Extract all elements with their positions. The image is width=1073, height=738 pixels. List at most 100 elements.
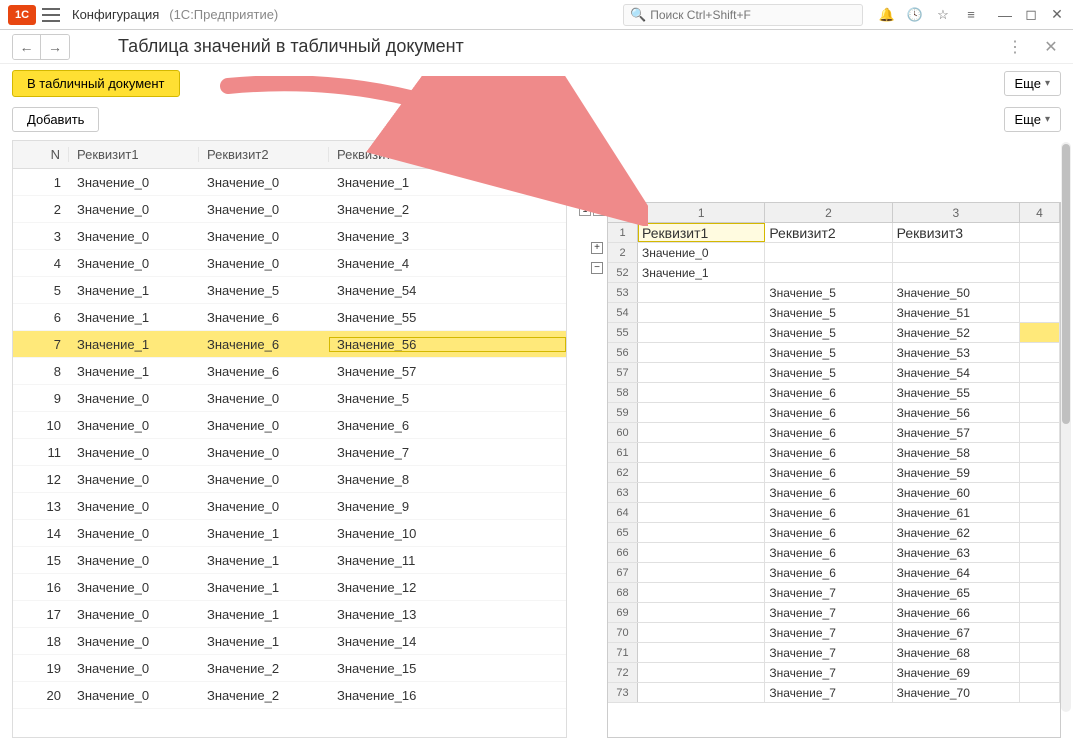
col-r2[interactable]: Реквизит2 xyxy=(199,147,329,162)
sheet-cell[interactable]: Значение_5 xyxy=(765,363,892,382)
sheet-row[interactable]: 56Значение_5Значение_53 xyxy=(608,343,1060,363)
sheet-cell[interactable] xyxy=(1020,523,1060,542)
more-button-1[interactable]: Еще xyxy=(1004,71,1061,96)
minimize-icon[interactable]: — xyxy=(997,7,1013,23)
sheet-rowh[interactable]: 69 xyxy=(608,603,638,622)
sheet-cell[interactable]: Значение_52 xyxy=(893,323,1020,342)
table-row[interactable]: 19Значение_0Значение_2Значение_15 xyxy=(13,655,566,682)
table-row[interactable]: 14Значение_0Значение_1Значение_10 xyxy=(13,520,566,547)
sheet-cell[interactable]: Значение_7 xyxy=(765,683,892,702)
sheet-row[interactable]: 60Значение_6Значение_57 xyxy=(608,423,1060,443)
close-tab-icon[interactable]: ✕ xyxy=(1041,37,1061,57)
sheet-cell[interactable]: Значение_6 xyxy=(765,463,892,482)
sheet-rowh[interactable]: 55 xyxy=(608,323,638,342)
sheet-cell[interactable]: Значение_5 xyxy=(765,323,892,342)
sheet-cell[interactable] xyxy=(638,543,765,562)
sheet-cell[interactable] xyxy=(1020,663,1060,682)
sheet-cell[interactable]: Значение_5 xyxy=(765,303,892,322)
sheet-row[interactable]: 68Значение_7Значение_65 xyxy=(608,583,1060,603)
sheet-cell[interactable]: Значение_57 xyxy=(893,423,1020,442)
sheet-cell[interactable] xyxy=(1020,563,1060,582)
sheet-row[interactable]: 71Значение_7Значение_68 xyxy=(608,643,1060,663)
sheet-cell[interactable] xyxy=(1020,303,1060,322)
sheet-cell[interactable]: Значение_54 xyxy=(893,363,1020,382)
sheet-row[interactable]: 62Значение_6Значение_59 xyxy=(608,463,1060,483)
col-r1[interactable]: Реквизит1 xyxy=(69,147,199,162)
sheet-cell[interactable]: Значение_7 xyxy=(765,623,892,642)
sheet-rowh[interactable]: 2 xyxy=(608,243,638,262)
sheet-row[interactable]: 72 Значение_7Значение_69 xyxy=(608,663,1060,683)
spreadsheet[interactable]: 1 2 3 4 1 Реквизит1 Реквизит2 Реквизит3 … xyxy=(607,202,1061,738)
sheet-cell[interactable]: Значение_65 xyxy=(893,583,1020,602)
sheet-row[interactable]: 64Значение_6Значение_61 xyxy=(608,503,1060,523)
table-row[interactable]: 20Значение_0Значение_2Значение_16 xyxy=(13,682,566,709)
sheet-row[interactable]: 53Значение_5Значение_50 xyxy=(608,283,1060,303)
sheet-row[interactable]: 2Значение_0 xyxy=(608,243,1060,263)
sheet-cell[interactable] xyxy=(893,243,1020,262)
star-icon[interactable]: ☆ xyxy=(935,7,951,23)
sheet-rowh[interactable]: 71 xyxy=(608,643,638,662)
table-row[interactable]: 18Значение_0Значение_1Значение_14 xyxy=(13,628,566,655)
sheet-cell[interactable]: Значение_58 xyxy=(893,443,1020,462)
sheet-cell[interactable] xyxy=(1020,343,1060,362)
sheet-cell[interactable]: Значение_6 xyxy=(765,483,892,502)
sheet-cell[interactable]: Значение_7 xyxy=(765,663,892,682)
scrollbar-thumb[interactable] xyxy=(1062,144,1070,424)
sheet-corner[interactable] xyxy=(608,203,638,222)
sheet-colh-4[interactable]: 4 xyxy=(1020,203,1060,222)
table-row[interactable]: 1Значение_0Значение_0Значение_1 xyxy=(13,169,566,196)
sheet-cell[interactable]: Значение_56 xyxy=(893,403,1020,422)
sheet-cell[interactable]: Реквизит3 xyxy=(893,223,1020,242)
sheet-row[interactable]: 55 Значение_5Значение_52 xyxy=(608,323,1060,343)
table-row[interactable]: 16Значение_0Значение_1Значение_12 xyxy=(13,574,566,601)
sheet-cell[interactable] xyxy=(638,303,765,322)
sheet-cell[interactable] xyxy=(893,263,1020,282)
sheet-cell[interactable] xyxy=(1020,243,1060,262)
sheet-cell[interactable] xyxy=(1020,223,1060,242)
table-row[interactable]: 17Значение_0Значение_1Значение_13 xyxy=(13,601,566,628)
sheet-row[interactable]: 61Значение_6Значение_58 xyxy=(608,443,1060,463)
sheet-cell[interactable]: Значение_64 xyxy=(893,563,1020,582)
sheet-cell[interactable] xyxy=(638,683,765,702)
to-document-button[interactable]: В табличный документ xyxy=(12,70,180,97)
sheet-cell[interactable]: Значение_1 xyxy=(638,263,765,282)
sheet-cell[interactable] xyxy=(1020,683,1060,702)
sheet-cell[interactable]: Значение_62 xyxy=(893,523,1020,542)
sheet-cell[interactable]: Значение_6 xyxy=(765,543,892,562)
sheet-cell[interactable] xyxy=(1020,623,1060,642)
table-row[interactable]: 8Значение_1Значение_6Значение_57 xyxy=(13,358,566,385)
sheet-cell[interactable]: Значение_69 xyxy=(893,663,1020,682)
sheet-row[interactable]: 63Значение_6Значение_60 xyxy=(608,483,1060,503)
sheet-rowh[interactable]: 70 xyxy=(608,623,638,642)
sheet-cell[interactable] xyxy=(638,323,765,342)
sheet-cell[interactable]: Значение_67 xyxy=(893,623,1020,642)
sheet-row[interactable]: 52Значение_1 xyxy=(608,263,1060,283)
close-window-icon[interactable]: ✕ xyxy=(1049,7,1065,23)
sheet-rowh[interactable]: 72 xyxy=(608,663,638,682)
sheet-cell[interactable] xyxy=(1020,443,1060,462)
table-row[interactable]: 11Значение_0Значение_0Значение_7 xyxy=(13,439,566,466)
sheet-cell[interactable] xyxy=(638,443,765,462)
sheet-cell[interactable]: Значение_5 xyxy=(765,343,892,362)
sheet-row[interactable]: 59Значение_6Значение_56 xyxy=(608,403,1060,423)
sheet-cell[interactable] xyxy=(638,603,765,622)
filter-icon[interactable]: ≡ xyxy=(963,7,979,23)
kebab-icon[interactable]: ⋮ xyxy=(1005,37,1025,57)
sheet-cell[interactable] xyxy=(1020,263,1060,282)
sheet-cell[interactable]: Значение_7 xyxy=(765,603,892,622)
sheet-cell[interactable] xyxy=(1020,383,1060,402)
sheet-cell[interactable]: Значение_59 xyxy=(893,463,1020,482)
table-row[interactable]: 15Значение_0Значение_1Значение_11 xyxy=(13,547,566,574)
vertical-scrollbar[interactable] xyxy=(1061,142,1071,712)
sheet-row[interactable]: 67Значение_6Значение_64 xyxy=(608,563,1060,583)
bell-icon[interactable]: 🔔 xyxy=(879,7,895,23)
table-row[interactable]: 9Значение_0Значение_0Значение_5 xyxy=(13,385,566,412)
sheet-rowh[interactable]: 1 xyxy=(608,223,638,242)
sheet-cell[interactable]: Значение_55 xyxy=(893,383,1020,402)
table-row[interactable]: 7Значение_1Значение_6Значение_56 xyxy=(13,331,566,358)
table-row[interactable]: 13Значение_0Значение_0Значение_9 xyxy=(13,493,566,520)
sheet-row[interactable]: 54Значение_5Значение_51 xyxy=(608,303,1060,323)
sheet-colh-1[interactable]: 1 xyxy=(638,203,765,222)
sheet-cell[interactable]: Реквизит1 xyxy=(638,223,765,242)
sheet-rowh[interactable]: 54 xyxy=(608,303,638,322)
